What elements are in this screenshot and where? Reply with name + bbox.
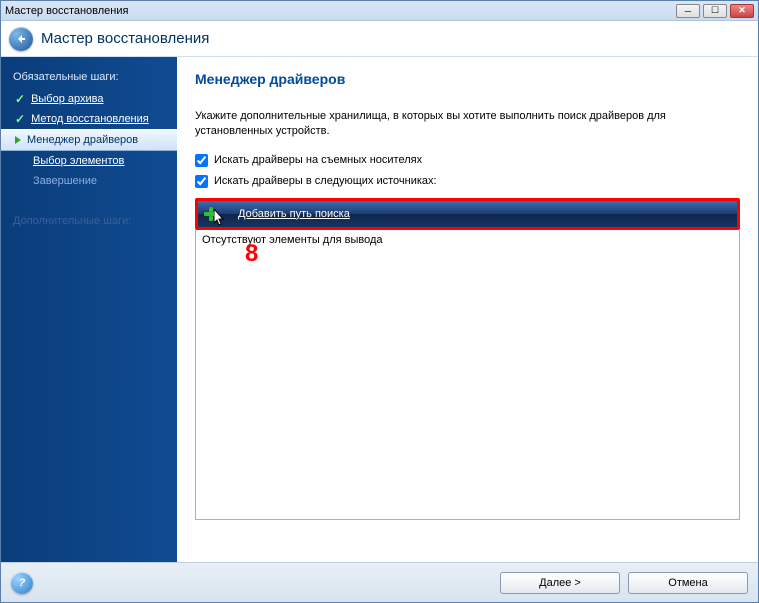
check-icon: ✓ [15,113,25,125]
sources-list[interactable]: Отсутствуют элементы для вывода [195,230,740,520]
header-title: Мастер восстановления [41,30,209,47]
add-path-highlight: Добавить путь поиска [195,198,740,230]
plus-icon [204,207,218,221]
cancel-button[interactable]: Отмена [628,572,748,594]
minimize-button[interactable]: ─ [676,4,700,18]
sidebar: Обязательные шаги: ✓ Выбор архива ✓ Мето… [1,57,177,562]
window-controls: ─ ☐ ✕ [676,4,754,18]
page-title: Менеджер драйверов [195,71,740,87]
sources-list-wrap: Добавить путь поиска Отсутствуют элемент… [195,196,740,520]
sidebar-item-label: Менеджер драйверов [27,134,138,146]
checkbox-sources-row[interactable]: Искать драйверы в следующих источниках: [195,175,740,188]
body: Обязательные шаги: ✓ Выбор архива ✓ Мето… [1,57,758,562]
page-description: Укажите дополнительные хранилища, в кото… [195,109,740,140]
maximize-button[interactable]: ☐ [703,4,727,18]
titlebar-title: Мастер восстановления [5,5,128,17]
add-path-label: Добавить путь поиска [238,208,350,220]
sidebar-item-elements[interactable]: Выбор элементов [1,151,177,171]
arrow-right-icon [15,136,21,144]
titlebar: Мастер восстановления ─ ☐ ✕ [1,1,758,21]
sidebar-item-archive[interactable]: ✓ Выбор архива [1,89,177,109]
sidebar-item-label: Завершение [33,175,97,187]
empty-list-text: Отсутствуют элементы для вывода [202,234,383,246]
back-button[interactable] [9,27,33,51]
help-button[interactable]: ? [11,572,33,594]
wizard-window: Мастер восстановления ─ ☐ ✕ Мастер восст… [0,0,759,603]
content: Менеджер драйверов Укажите дополнительны… [177,57,758,562]
sidebar-item-method[interactable]: ✓ Метод восстановления [1,109,177,129]
footer: ? Далее > Отмена [1,562,758,602]
checkbox-removable[interactable] [195,154,208,167]
sidebar-section-optional: Дополнительные шаги: [1,211,177,231]
close-button[interactable]: ✕ [730,4,754,18]
sidebar-item-label: Выбор архива [31,93,103,105]
sidebar-item-finish: Завершение [1,171,177,191]
checkbox-removable-row[interactable]: Искать драйверы на съемных носителях [195,154,740,167]
checkbox-sources[interactable] [195,175,208,188]
sidebar-item-label: Выбор элементов [33,155,124,167]
add-path-button[interactable]: Добавить путь поиска [198,201,737,227]
check-icon: ✓ [15,93,25,105]
checkbox-sources-label: Искать драйверы в следующих источниках: [214,175,437,187]
sidebar-item-drivers[interactable]: Менеджер драйверов [1,129,177,151]
next-button[interactable]: Далее > [500,572,620,594]
sidebar-section-required: Обязательные шаги: [1,67,177,89]
checkbox-removable-label: Искать драйверы на съемных носителях [214,154,422,166]
header: Мастер восстановления [1,21,758,57]
arrow-left-icon [15,33,27,45]
sidebar-item-label: Метод восстановления [31,113,149,125]
